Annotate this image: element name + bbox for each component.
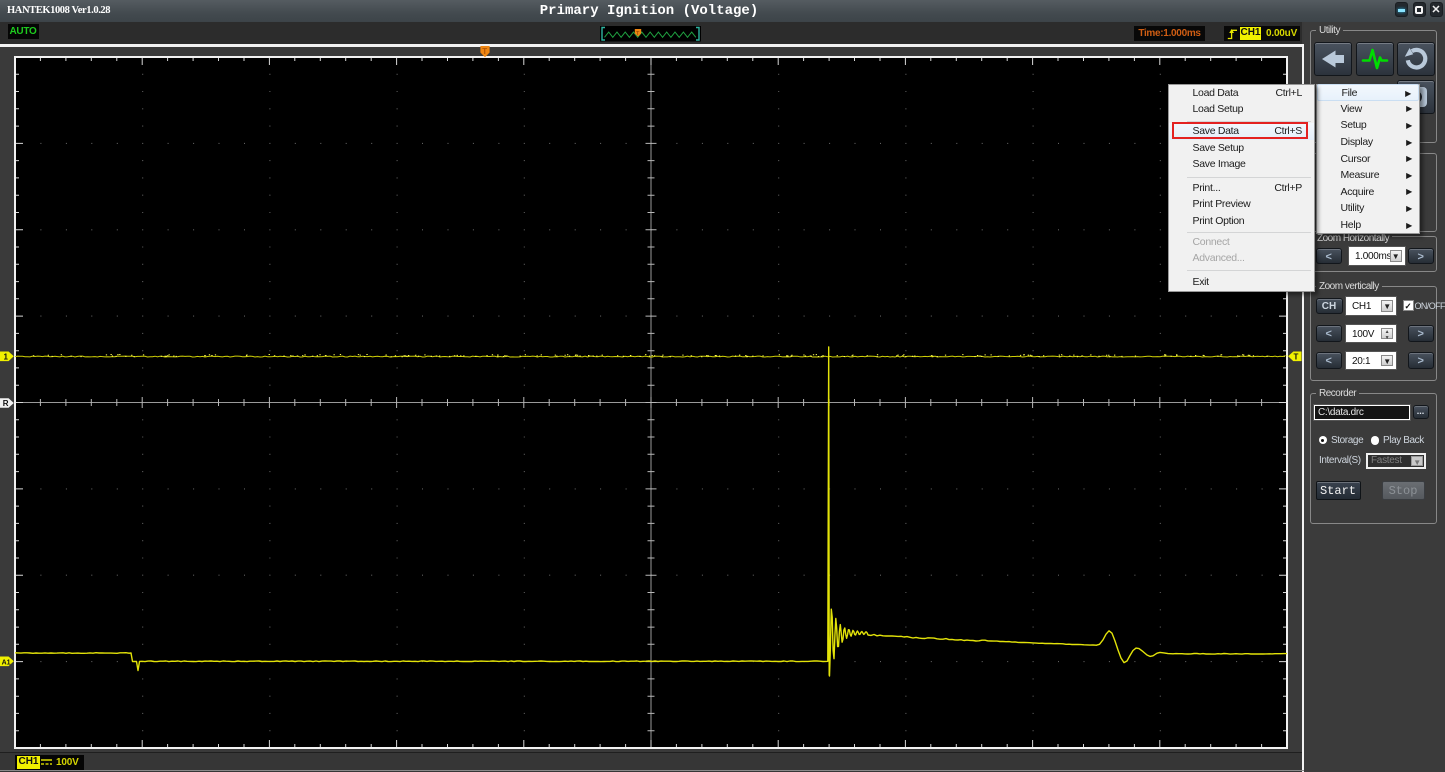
svg-text:A1: A1 [2, 659, 11, 666]
svg-text:1: 1 [4, 352, 9, 361]
svg-text:R: R [3, 399, 9, 408]
svg-text:T: T [482, 47, 487, 56]
svg-text:T: T [1294, 352, 1299, 361]
